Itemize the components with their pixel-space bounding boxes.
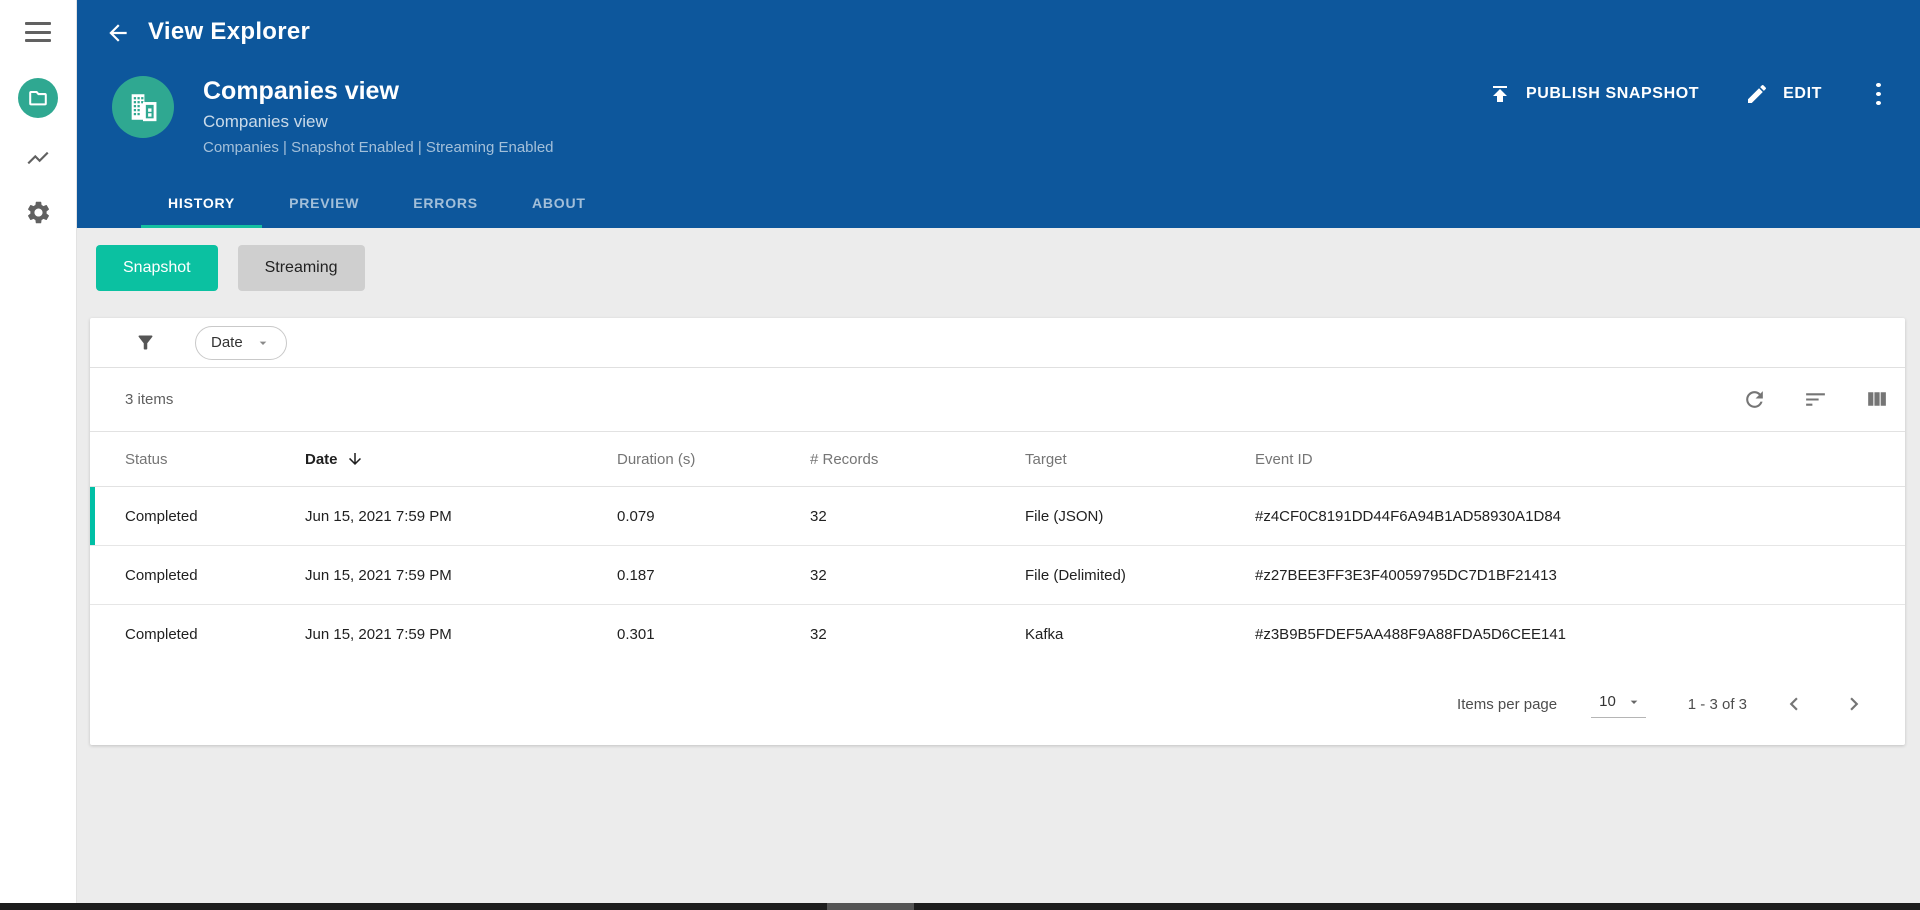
page-range-label: 1 - 3 of 3 <box>1687 695 1747 713</box>
page-size-select[interactable]: 10 <box>1591 690 1646 718</box>
column-header-status[interactable]: Status <box>125 451 305 468</box>
next-page-chevron-icon[interactable] <box>1841 691 1867 717</box>
scrollbar-thumb[interactable] <box>827 903 914 910</box>
column-header-target[interactable]: Target <box>1025 451 1255 468</box>
tab-bar: HISTORY PREVIEW ERRORS ABOUT <box>141 180 613 228</box>
snapshot-toggle-button[interactable]: Snapshot <box>96 245 218 291</box>
view-subtitle: Companies view <box>203 112 328 131</box>
tab-history[interactable]: HISTORY <box>141 180 263 228</box>
date-filter-label: Date <box>211 334 243 351</box>
arrow-back-icon <box>105 20 131 46</box>
cell-duration: 0.187 <box>617 566 655 584</box>
more-options-kebab-icon[interactable] <box>1866 80 1890 108</box>
main-area: View Explorer Companies view Companies v… <box>77 0 1920 910</box>
appbar: View Explorer Companies view Companies v… <box>77 0 1920 228</box>
menu-icon[interactable] <box>25 22 51 42</box>
view-title: Companies view <box>203 77 399 105</box>
mode-toggle: Snapshot Streaming <box>96 245 365 291</box>
edit-label: EDIT <box>1783 85 1822 102</box>
cell-date: Jun 15, 2021 7:59 PM <box>305 626 452 643</box>
filter-row: Date <box>90 318 1905 368</box>
cell-status: Completed <box>125 626 198 643</box>
cell-records: 32 <box>810 507 827 525</box>
cell-status: Completed <box>125 507 198 525</box>
history-card: Date 3 items Status Date Duration (s) # … <box>90 318 1905 745</box>
view-avatar <box>112 76 174 138</box>
date-filter-chip[interactable]: Date <box>195 325 287 360</box>
cell-event-id: #z3B9B5FDEF5AA488F9A88FDA5D6CEE141 <box>1255 626 1567 643</box>
sidebar-item-views[interactable] <box>18 78 58 118</box>
items-count: 3 items <box>125 391 174 408</box>
app-root: View Explorer Companies view Companies v… <box>0 0 1920 910</box>
page-size-value: 10 <box>1599 693 1616 710</box>
sidebar-item-settings[interactable] <box>24 198 52 226</box>
edit-pencil-icon <box>1745 82 1769 106</box>
content-area: Snapshot Streaming Date 3 items Status D… <box>77 228 1920 910</box>
cell-target: File (JSON) <box>1025 507 1104 525</box>
previous-page-chevron-icon[interactable] <box>1781 691 1807 717</box>
cell-target: File (Delimited) <box>1025 566 1126 584</box>
settings-gear-icon <box>25 199 52 226</box>
cell-event-id: #z27BEE3FF3E3F40059795DC7D1BF21413 <box>1255 566 1557 584</box>
sort-icon[interactable] <box>1803 387 1828 412</box>
metrics-chart-icon <box>25 145 51 171</box>
cell-duration: 0.301 <box>617 626 655 643</box>
sidebar-item-metrics[interactable] <box>24 144 52 172</box>
column-header-duration[interactable]: Duration (s) <box>617 451 810 468</box>
publish-upload-icon <box>1488 82 1512 106</box>
filter-funnel-icon[interactable] <box>135 332 156 353</box>
streaming-toggle-button[interactable]: Streaming <box>237 245 365 291</box>
cell-target: Kafka <box>1025 626 1064 643</box>
sort-descending-icon <box>346 450 364 468</box>
views-folder-icon <box>27 87 49 109</box>
page-title: View Explorer <box>148 18 311 45</box>
sidebar <box>0 0 77 910</box>
table-header-row: Status Date Duration (s) # Records Targe… <box>90 431 1905 487</box>
chevron-down-icon <box>1626 694 1642 710</box>
table-toolbar: 3 items <box>90 368 1905 431</box>
cell-event-id: #z4CF0C8191DD44F6A94B1AD58930A1D84 <box>1255 507 1562 525</box>
view-meta: Companies | Snapshot Enabled | Streaming… <box>203 139 554 156</box>
cell-records: 32 <box>810 566 827 584</box>
cell-date: Jun 15, 2021 7:59 PM <box>305 566 452 584</box>
cell-status: Completed <box>125 566 198 584</box>
refresh-icon[interactable] <box>1742 387 1767 412</box>
tab-about[interactable]: ABOUT <box>505 180 613 228</box>
column-header-date[interactable]: Date <box>305 450 617 468</box>
buildings-icon <box>126 90 160 124</box>
items-per-page-label: Items per page <box>1457 695 1558 713</box>
cell-records: 32 <box>810 626 827 643</box>
cell-date: Jun 15, 2021 7:59 PM <box>305 507 452 525</box>
chevron-down-icon <box>255 335 271 351</box>
table-row[interactable]: Completed Jun 15, 2021 7:59 PM 0.079 32 … <box>90 487 1905 546</box>
pagination-bar: Items per page 10 1 - 3 of 3 <box>90 664 1905 744</box>
table-row[interactable]: Completed Jun 15, 2021 7:59 PM 0.187 32 … <box>90 546 1905 605</box>
column-header-records[interactable]: # Records <box>810 451 1025 468</box>
horizontal-scrollbar <box>0 903 1920 910</box>
tab-errors[interactable]: ERRORS <box>386 180 505 228</box>
cell-duration: 0.079 <box>617 507 655 525</box>
columns-icon[interactable] <box>1864 387 1889 412</box>
column-header-event-id[interactable]: Event ID <box>1255 451 1905 468</box>
tab-preview[interactable]: PREVIEW <box>262 180 386 228</box>
publish-snapshot-label: PUBLISH SNAPSHOT <box>1525 85 1700 102</box>
edit-button[interactable]: EDIT <box>1745 82 1822 106</box>
table-row[interactable]: Completed Jun 15, 2021 7:59 PM 0.301 32 … <box>90 605 1905 664</box>
publish-snapshot-button[interactable]: PUBLISH SNAPSHOT <box>1488 82 1699 106</box>
back-button[interactable] <box>100 15 136 51</box>
